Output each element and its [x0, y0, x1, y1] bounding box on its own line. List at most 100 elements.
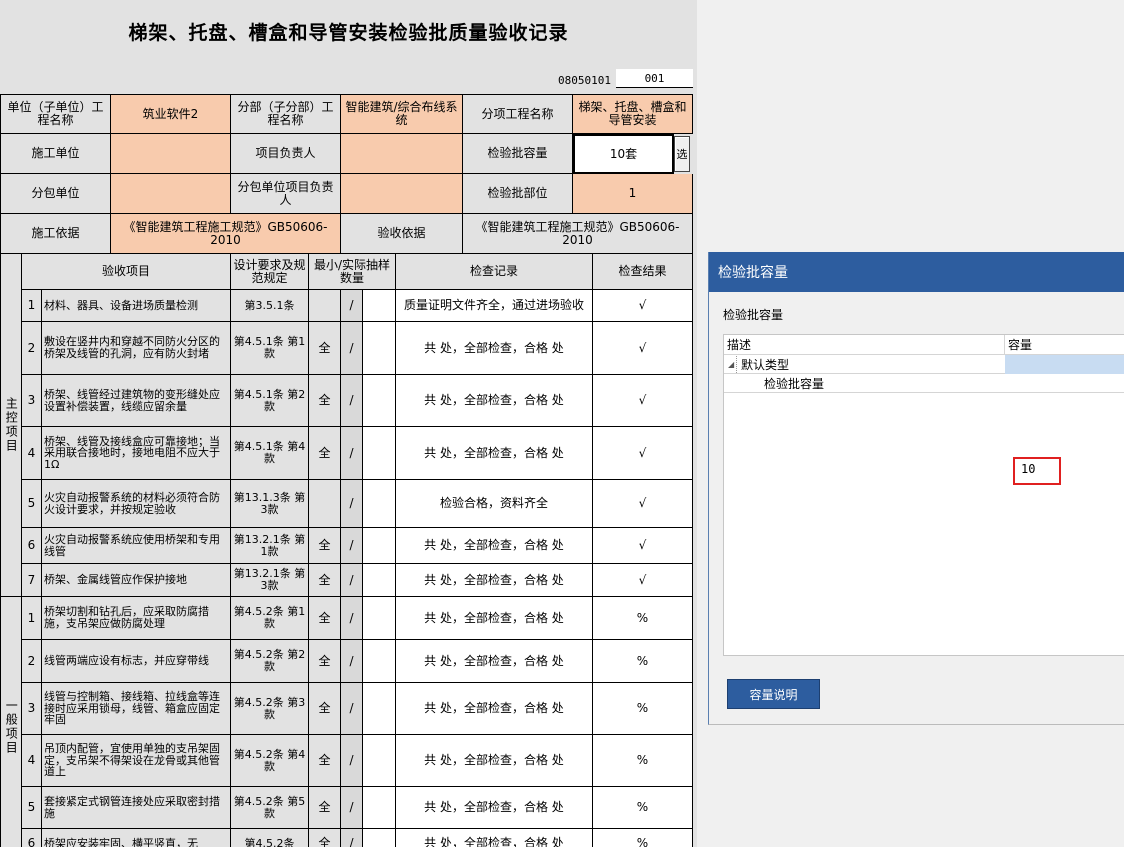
col-sample: 最小/实际抽样数量 — [309, 254, 396, 290]
division-label: 分部（子分部）工程名称 — [231, 94, 341, 134]
col-result: 检查结果 — [593, 254, 693, 290]
grid-col-capacity[interactable]: 容量 — [1005, 335, 1124, 355]
row-result[interactable]: % — [593, 683, 693, 735]
row-item: 桥架切割和钻孔后，应采取防腐措施，支吊架应做防腐处理 — [42, 597, 231, 640]
row-record[interactable]: 质量证明文件齐全，通过进场验收 — [396, 290, 593, 322]
row-no: 1 — [22, 597, 42, 640]
grid-col-desc[interactable]: 描述 — [724, 335, 1005, 355]
row-sample-min — [309, 290, 341, 322]
row-no: 6 — [22, 829, 42, 847]
row-result[interactable]: √ — [593, 564, 693, 597]
row-item: 桥架、线管及接线盒应可靠接地；当采用联合接地时，接地电阻不应大于1Ω — [42, 427, 231, 480]
capacity-input[interactable]: 10 — [1013, 457, 1061, 485]
row-requirement: 第4.5.2条 第3款 — [231, 683, 309, 735]
row-sample-actual[interactable] — [363, 564, 396, 597]
row-record[interactable]: 共 处，全部检查，合格 处 — [396, 427, 593, 480]
row-item: 套接紧定式钢管连接处应采取密封措施 — [42, 787, 231, 829]
grid-group-cell[interactable]: ◢ 默认类型 — [724, 355, 1005, 374]
row-sample-min: 全 — [309, 735, 341, 787]
row-sample-actual[interactable] — [363, 480, 396, 528]
row-sample-min: 全 — [309, 829, 341, 847]
row-record[interactable]: 共 处，全部检查，合格 处 — [396, 597, 593, 640]
row-sample-actual[interactable] — [363, 597, 396, 640]
acceptance-basis-value: 《智能建筑工程施工规范》GB50606-2010 — [463, 214, 693, 254]
row-result[interactable]: √ — [593, 322, 693, 375]
row-item: 火灾自动报警系统应使用桥架和专用线管 — [42, 528, 231, 564]
collapse-triangle-icon[interactable]: ◢ — [724, 360, 736, 369]
basis-value-cell[interactable]: 《智能建筑工程施工规范》GB50606-2010 — [111, 214, 341, 254]
row-record[interactable]: 共 处，全部检查，合格 处 — [396, 829, 593, 847]
row-sample-actual[interactable] — [363, 322, 396, 375]
row-result[interactable]: √ — [593, 375, 693, 427]
row-item: 桥架、金属线管应作保护接地 — [42, 564, 231, 597]
batch-part-label: 检验批部位 — [463, 174, 573, 214]
row-sample-actual[interactable] — [363, 829, 396, 847]
subitem-value-cell[interactable]: 梯架、托盘、槽盒和导管安装 — [573, 94, 693, 134]
capacity-value-cell[interactable]: 10套 — [573, 134, 674, 174]
main-section-text: 主控项目 — [4, 397, 19, 453]
row-record[interactable]: 共 处，全部检查，合格 处 — [396, 735, 593, 787]
batch-part-value-cell[interactable]: 1 — [573, 174, 693, 214]
capacity-explain-button[interactable]: 容量说明 — [727, 679, 820, 709]
row-result[interactable]: √ — [593, 290, 693, 322]
row-item: 材料、器具、设备进场质量检测 — [42, 290, 231, 322]
grid-group-row[interactable]: ◢ 默认类型 — [724, 355, 1124, 374]
row-sample-actual[interactable] — [363, 735, 396, 787]
row-result[interactable]: √ — [593, 480, 693, 528]
form-code-suffix-cell[interactable]: 001 — [616, 69, 693, 88]
row-requirement: 第13.1.3条 第3款 — [231, 480, 309, 528]
unit-value-cell[interactable]: 筑业软件2 — [111, 94, 231, 134]
sub-pm-value-cell[interactable] — [341, 174, 463, 214]
row-record[interactable]: 检验合格，资料齐全 — [396, 480, 593, 528]
row-result[interactable]: % — [593, 640, 693, 683]
row-record[interactable]: 共 处，全部检查，合格 处 — [396, 322, 593, 375]
row-sample-actual[interactable] — [363, 640, 396, 683]
row-record[interactable]: 共 处，全部检查，合格 处 — [396, 375, 593, 427]
row-no: 4 — [22, 735, 42, 787]
sub-pm-label: 分包单位项目负责人 — [231, 174, 341, 214]
row-requirement: 第4.5.1条 第4款 — [231, 427, 309, 480]
col-requirement: 设计要求及规范规定 — [231, 254, 309, 290]
grid-item-row[interactable]: 检验批容量 — [724, 374, 1124, 393]
row-result[interactable]: % — [593, 829, 693, 847]
capacity-select-button[interactable]: 选 — [674, 136, 690, 172]
basis-label: 施工依据 — [0, 214, 111, 254]
grid-item-label: 检验批容量 — [724, 374, 1005, 393]
row-sample-actual[interactable] — [363, 528, 396, 564]
row-requirement: 第4.5.2条 第4款 — [231, 735, 309, 787]
capacity-label: 检验批容量 — [463, 134, 573, 174]
contractor-value-cell[interactable] — [111, 134, 231, 174]
division-value-cell[interactable]: 智能建筑/综合布线系统 — [341, 94, 463, 134]
subcontractor-value-cell[interactable] — [111, 174, 231, 214]
row-no: 3 — [22, 683, 42, 735]
row-sample-actual[interactable] — [363, 683, 396, 735]
row-no: 3 — [22, 375, 42, 427]
grid-group-capacity-cell — [1005, 355, 1124, 374]
row-item: 桥架应安装牢固、横平竖直，无 — [42, 829, 231, 847]
row-result[interactable]: % — [593, 597, 693, 640]
row-item: 桥架、线管经过建筑物的变形缝处应设置补偿装置，线缆应留余量 — [42, 375, 231, 427]
row-record[interactable]: 共 处，全部检查，合格 处 — [396, 528, 593, 564]
row-record[interactable]: 共 处，全部检查，合格 处 — [396, 640, 593, 683]
general-section-label: 一般项目 — [0, 597, 22, 847]
row-sample-actual[interactable] — [363, 787, 396, 829]
general-section-text: 一般项目 — [4, 698, 19, 755]
row-sample-actual[interactable] — [363, 290, 396, 322]
row-sample-min — [309, 480, 341, 528]
grid-item-capacity-cell[interactable] — [1005, 374, 1124, 393]
row-sample-slash: / — [341, 640, 363, 683]
row-sample-min: 全 — [309, 564, 341, 597]
row-record[interactable]: 共 处，全部检查，合格 处 — [396, 564, 593, 597]
row-sample-actual[interactable] — [363, 375, 396, 427]
col-record: 检查记录 — [396, 254, 593, 290]
dialog-heading: 检验批容量 — [723, 308, 784, 322]
row-record[interactable]: 共 处，全部检查，合格 处 — [396, 787, 593, 829]
row-result[interactable]: % — [593, 735, 693, 787]
row-result[interactable]: √ — [593, 427, 693, 480]
pm-label: 项目负责人 — [231, 134, 341, 174]
row-result[interactable]: % — [593, 787, 693, 829]
row-sample-actual[interactable] — [363, 427, 396, 480]
pm-value-cell[interactable] — [341, 134, 463, 174]
row-result[interactable]: √ — [593, 528, 693, 564]
row-record[interactable]: 共 处，全部检查，合格 处 — [396, 683, 593, 735]
